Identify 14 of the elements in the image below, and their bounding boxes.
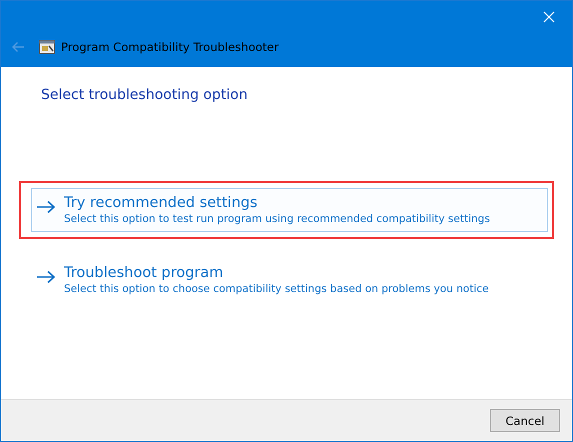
option-description: Select this option to test run program using recommended compatibility settings bbox=[64, 213, 490, 225]
option-link[interactable]: Try recommended settings Select this option to test run program using recommended compatibility settings bbox=[31, 188, 548, 232]
arrow-icon bbox=[36, 270, 56, 284]
cancel-button[interactable]: Cancel bbox=[490, 409, 560, 432]
option-title: Troubleshoot program bbox=[64, 265, 224, 281]
option-link[interactable]: Troubleshoot program Select this option to choose compatibility settings based on problems you notice bbox=[31, 258, 548, 302]
arrow-icon bbox=[36, 200, 56, 214]
option-description: Select this option to choose compatibility settings based on problems you notice bbox=[64, 283, 489, 295]
option-title: Try recommended settings bbox=[64, 195, 258, 211]
close-icon bbox=[543, 11, 555, 23]
app-window-icon bbox=[39, 39, 55, 55]
page-heading: Select troubleshooting option bbox=[41, 87, 249, 103]
back-arrow-icon bbox=[11, 41, 25, 53]
window-title: Program Compatibility Troubleshooter bbox=[61, 40, 279, 54]
